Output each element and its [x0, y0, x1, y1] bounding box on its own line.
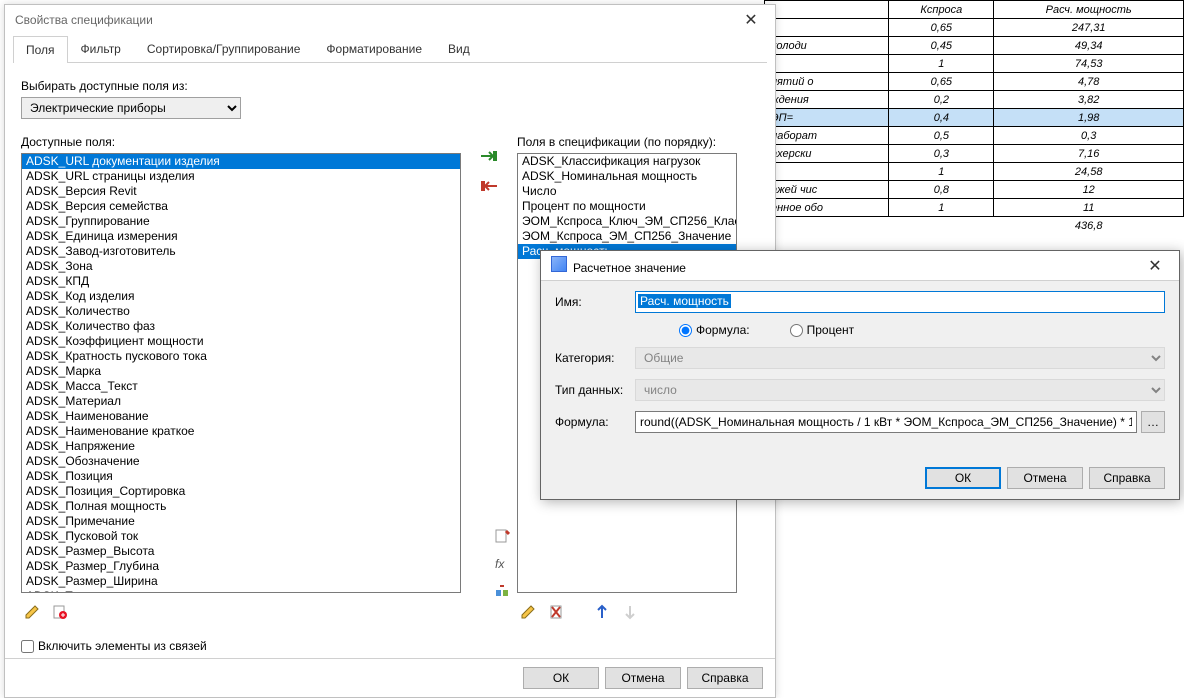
category-select: Общие — [635, 347, 1165, 369]
formula-input[interactable] — [635, 411, 1137, 433]
list-item[interactable]: ADSK_Номинальная мощность — [518, 169, 736, 184]
svg-text:fx: fx — [495, 557, 505, 571]
tab-Фильтр[interactable]: Фильтр — [68, 35, 134, 62]
list-item[interactable]: Число — [518, 184, 736, 199]
list-item[interactable]: ADSK_URL документации изделия — [22, 154, 460, 169]
list-item[interactable]: ЭОМ_Кспроса_ЭМ_СП256_Значение — [518, 229, 736, 244]
name-field[interactable]: Расч. мощность — [635, 291, 1165, 313]
percent-radio[interactable]: Процент — [790, 323, 855, 337]
close-icon[interactable]: ✕ — [1135, 254, 1175, 278]
list-item[interactable]: ADSK_Размер_Глубина — [22, 559, 460, 574]
formula-radio[interactable]: Формула: — [679, 323, 750, 337]
list-item[interactable]: ADSK_Размер_Ширина — [22, 574, 460, 589]
tab-Поля[interactable]: Поля — [13, 36, 68, 63]
list-item[interactable]: ADSK_КПД — [22, 274, 460, 289]
discipline-label: Выбирать доступные поля из: — [21, 79, 759, 93]
main-titlebar: Свойства спецификации ✕ — [5, 5, 775, 35]
formula-label: Формула: — [555, 415, 635, 429]
list-item[interactable]: ADSK_Количество фаз — [22, 319, 460, 334]
add-calculated-icon[interactable] — [491, 525, 513, 547]
move-down-icon[interactable] — [619, 601, 641, 623]
list-item[interactable]: ADSK_Зона — [22, 259, 460, 274]
available-fields-list[interactable]: ADSK_URL документации изделияADSK_URL ст… — [21, 153, 461, 593]
formula-browse-button[interactable]: … — [1141, 411, 1165, 433]
close-icon[interactable]: ✕ — [731, 8, 771, 32]
fx-icon[interactable]: fx — [491, 553, 513, 575]
list-item[interactable]: ADSK_Марка — [22, 364, 460, 379]
move-up-icon[interactable] — [591, 601, 613, 623]
name-label: Имя: — [555, 295, 635, 309]
sub-titlebar: Расчетное значение ✕ — [541, 251, 1179, 281]
type-label: Тип данных: — [555, 383, 635, 397]
list-item[interactable]: ADSK_Ток — [22, 589, 460, 593]
main-footer: ОК Отмена Справка — [5, 658, 775, 697]
list-item[interactable]: ADSK_Количество — [22, 304, 460, 319]
edit-field-icon[interactable] — [517, 601, 539, 623]
list-item[interactable]: ADSK_Масса_Текст — [22, 379, 460, 394]
dialog-icon — [551, 256, 567, 272]
scheduled-fields-label: Поля в спецификации (по порядку): — [517, 135, 737, 149]
available-fields-label: Доступные поля: — [21, 135, 461, 149]
tab-Сортировка/Группирование[interactable]: Сортировка/Группирование — [134, 35, 314, 62]
list-item[interactable]: ADSK_Версия Revit — [22, 184, 460, 199]
list-item[interactable]: ADSK_Код изделия — [22, 289, 460, 304]
cancel-button[interactable]: Отмена — [605, 667, 681, 689]
discipline-select[interactable]: Электрические приборы — [21, 97, 241, 119]
list-item[interactable]: ADSK_URL страницы изделия — [22, 169, 460, 184]
type-select: число — [635, 379, 1165, 401]
list-item[interactable]: ADSK_Завод-изготовитель — [22, 244, 460, 259]
delete-field-icon[interactable] — [545, 601, 567, 623]
cancel-button[interactable]: Отмена — [1007, 467, 1083, 489]
list-item[interactable]: ADSK_Материал — [22, 394, 460, 409]
list-item[interactable]: ADSK_Пусковой ток — [22, 529, 460, 544]
add-field-icon[interactable] — [478, 145, 500, 167]
ok-button[interactable]: ОК — [523, 667, 599, 689]
tabs: ПоляФильтрСортировка/ГруппированиеФормат… — [13, 35, 767, 63]
list-item[interactable]: ADSK_Наименование краткое — [22, 424, 460, 439]
list-item[interactable]: ADSK_Коэффициент мощности — [22, 334, 460, 349]
list-item[interactable]: Процент по мощности — [518, 199, 736, 214]
background-schedule-table: КспросаРасч. мощность 0,65247,31холоди0,… — [764, 0, 1184, 235]
list-item[interactable]: ЭОМ_Кспроса_Ключ_ЭМ_СП256_Классиф — [518, 214, 736, 229]
edit-icon[interactable] — [21, 601, 43, 623]
list-item[interactable]: ADSK_Напряжение — [22, 439, 460, 454]
calculated-value-dialog: Расчетное значение ✕ Имя: Расч. мощность… — [540, 250, 1180, 500]
list-item[interactable]: ADSK_Позиция — [22, 469, 460, 484]
help-button[interactable]: Справка — [1089, 467, 1165, 489]
include-linked-checkbox[interactable]: Включить элементы из связей — [21, 639, 207, 653]
list-item[interactable]: ADSK_Версия семейства — [22, 199, 460, 214]
list-item[interactable]: ADSK_Единица измерения — [22, 229, 460, 244]
sub-footer: ОК Отмена Справка — [911, 457, 1179, 499]
tab-Форматирование[interactable]: Форматирование — [313, 35, 435, 62]
list-item[interactable]: ADSK_Обозначение — [22, 454, 460, 469]
help-button[interactable]: Справка — [687, 667, 763, 689]
list-item[interactable]: ADSK_Классификация нагрузок — [518, 154, 736, 169]
list-item[interactable]: ADSK_Позиция_Сортировка — [22, 484, 460, 499]
list-item[interactable]: ADSK_Наименование — [22, 409, 460, 424]
tab-Вид[interactable]: Вид — [435, 35, 483, 62]
list-item[interactable]: ADSK_Примечание — [22, 514, 460, 529]
category-label: Категория: — [555, 351, 635, 365]
combine-icon[interactable] — [491, 581, 513, 603]
new-param-icon[interactable] — [49, 601, 71, 623]
remove-field-icon[interactable] — [478, 175, 500, 197]
list-item[interactable]: ADSK_Полная мощность — [22, 499, 460, 514]
list-item[interactable]: ADSK_Размер_Высота — [22, 544, 460, 559]
sub-title: Расчетное значение — [573, 261, 686, 275]
main-title: Свойства спецификации — [15, 13, 153, 27]
list-item[interactable]: ADSK_Группирование — [22, 214, 460, 229]
list-item[interactable]: ADSK_Кратность пускового тока — [22, 349, 460, 364]
ok-button[interactable]: ОК — [925, 467, 1001, 489]
